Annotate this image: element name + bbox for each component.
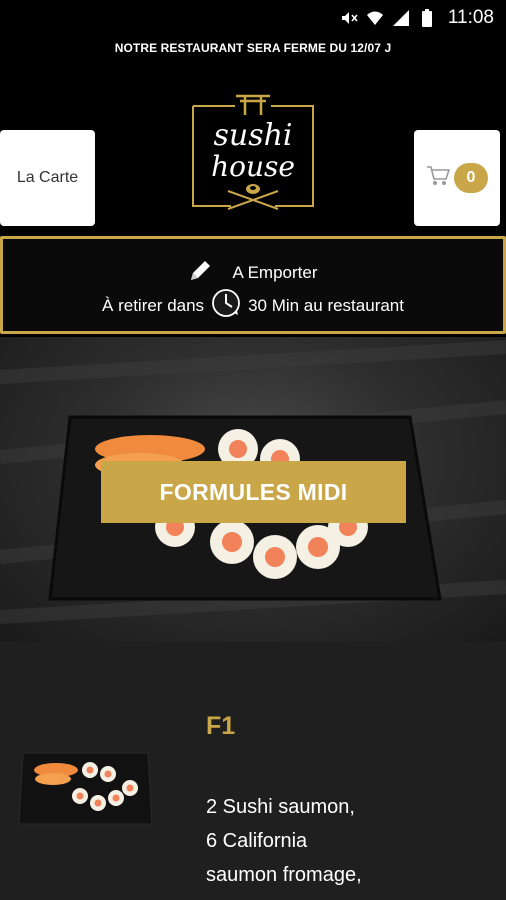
la-carte-label: La Carte bbox=[16, 169, 79, 186]
wifi-icon bbox=[366, 9, 384, 27]
clock-icon bbox=[210, 287, 242, 324]
signal-icon bbox=[392, 9, 410, 27]
pencil-icon bbox=[188, 257, 214, 288]
announcement-text: NOTRE RESTAURANT SERA FERME DU 12/07 J bbox=[114, 41, 392, 55]
formules-midi-banner[interactable]: FORMULES MIDI bbox=[0, 337, 506, 642]
description-line: 6 Maki bbox=[206, 892, 496, 900]
product-card-f1[interactable]: F1 2 Sushi saumon, 6 California saumon f… bbox=[0, 642, 506, 900]
formules-midi-label: FORMULES MIDI bbox=[101, 461, 406, 523]
description-line: 6 California bbox=[206, 830, 308, 852]
description-line: 2 Sushi saumon, bbox=[206, 796, 355, 818]
description-line: saumon fromage, bbox=[206, 864, 362, 886]
announcement-banner: NOTRE RESTAURANT SERA FERME DU 12/07 J bbox=[0, 36, 506, 60]
mute-icon bbox=[340, 9, 358, 27]
cart-count-badge: 0 bbox=[454, 163, 488, 193]
product-title: F1 bbox=[206, 712, 236, 740]
battery-icon bbox=[418, 9, 436, 27]
pickup-prefix: À retirer dans bbox=[102, 295, 205, 315]
logo-line2: house bbox=[211, 150, 295, 183]
sushi-house-logo[interactable]: sushi house bbox=[190, 93, 316, 215]
la-carte-button[interactable]: La Carte bbox=[0, 130, 95, 226]
product-description: 2 Sushi saumon, 6 California saumon from… bbox=[206, 790, 496, 900]
cart-button[interactable]: 0 bbox=[414, 130, 500, 226]
status-time: 11:08 bbox=[447, 7, 494, 28]
order-mode-panel[interactable]: A Emporter À retirer dans 30 Min au rest… bbox=[0, 236, 506, 334]
status-bar: 11:08 bbox=[0, 0, 506, 36]
cart-icon bbox=[426, 165, 451, 192]
logo-line1: sushi bbox=[213, 118, 292, 153]
product-image bbox=[18, 748, 153, 828]
app-header: La Carte sushi house 0 bbox=[0, 60, 506, 230]
order-mode-label: A Emporter bbox=[232, 262, 318, 282]
pickup-suffix: 30 Min au restaurant bbox=[248, 295, 404, 315]
